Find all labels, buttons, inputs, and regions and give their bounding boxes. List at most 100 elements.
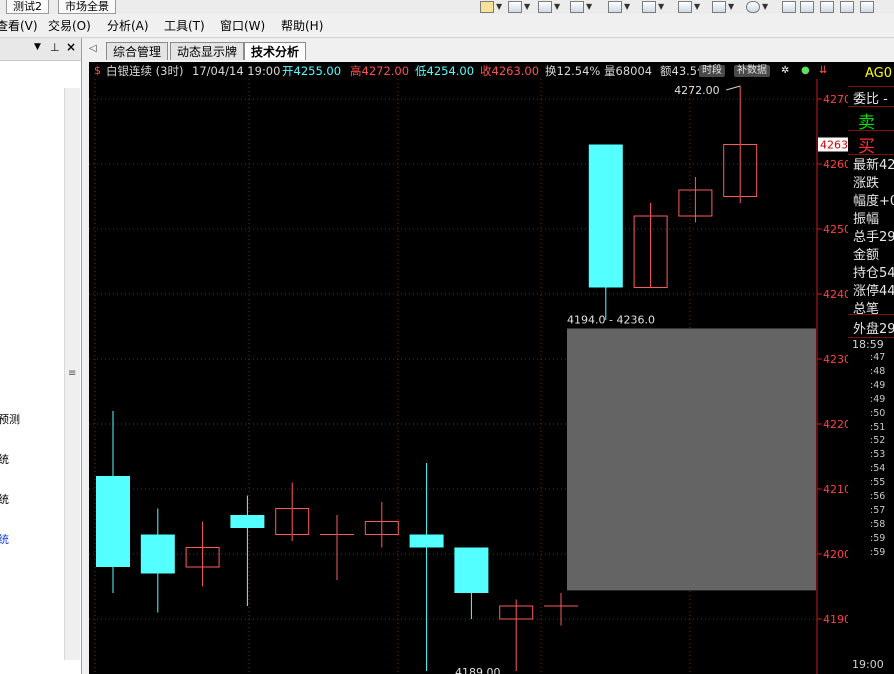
turnover-amount: 金额: [853, 248, 880, 263]
tick-time: :58: [870, 518, 886, 530]
symbol-code: AG0: [865, 66, 893, 81]
tick-time: :53: [870, 449, 886, 461]
candle-body-down[interactable]: [588, 144, 623, 288]
rectangle-tool-icon[interactable]: [712, 1, 726, 13]
menu-view[interactable]: 查看(V): [0, 18, 38, 34]
axis-tick-label: 4270: [823, 93, 848, 106]
tick-list[interactable]: :47:48:49:49:50:51:52:53:54:55:56:57:58:…: [848, 352, 894, 652]
tick-time: :57: [870, 504, 886, 516]
chevron-down-icon[interactable]: ▼: [524, 2, 530, 11]
tick-time: :51: [870, 421, 886, 433]
text-tool-icon[interactable]: [782, 1, 796, 13]
range-overlay-box: [567, 328, 816, 591]
last-price: 最新42: [853, 158, 894, 173]
window-tab-test2[interactable]: 测试2: [6, 0, 49, 14]
tick-time: :52: [870, 435, 886, 447]
note-tool-icon[interactable]: [800, 1, 814, 13]
settings-tool-icon[interactable]: [860, 1, 874, 13]
tick-time: :48: [870, 365, 886, 377]
range-annotation: 4194.0 - 4236.0: [567, 314, 655, 327]
tab-technical-analysis[interactable]: 技术分析: [244, 42, 307, 60]
left-scrollbar[interactable]: ≡: [64, 88, 80, 660]
left-item-system-1[interactable]: 统: [0, 451, 9, 467]
tick-time: :59: [870, 546, 886, 558]
symbol-header: AG0: [848, 62, 894, 87]
chevron-down-icon[interactable]: ▼: [554, 2, 560, 11]
axis-tick-label: 4220: [823, 418, 848, 431]
chevron-down-icon[interactable]: ▼: [624, 2, 630, 11]
chevron-down-icon[interactable]: ▼: [762, 2, 768, 11]
low-annotation: 4189.00: [455, 666, 501, 674]
close-icon[interactable]: ×: [66, 40, 76, 54]
tab-scroll-left-icon[interactable]: ◁: [89, 43, 97, 54]
high-annotation: 4272.00: [674, 84, 720, 97]
high-annotation-line: [726, 85, 741, 91]
pin-icon[interactable]: ⊥: [50, 41, 60, 54]
menu-analysis[interactable]: 分析(A): [107, 18, 149, 34]
ellipse-tool-icon[interactable]: [746, 1, 760, 13]
pointer-tool-icon[interactable]: [480, 1, 494, 13]
total-volume: 总手29: [853, 230, 894, 245]
axis-tick-label: 4260: [823, 158, 848, 171]
current-price-label: 4263: [820, 139, 848, 152]
erase-tool-icon[interactable]: [840, 1, 854, 13]
candle-body-down[interactable]: [409, 534, 444, 548]
amplitude: 振幅: [853, 212, 880, 227]
chevron-down-icon[interactable]: ▼: [728, 2, 734, 11]
tick-time: :47: [870, 352, 886, 363]
chevron-down-icon[interactable]: ▼: [496, 2, 502, 11]
menu-tools[interactable]: 工具(T): [164, 18, 205, 34]
gann-tool-icon[interactable]: [642, 1, 656, 13]
menu-bar: 查看(V) 交易(O) 分析(A) 工具(T) 窗口(W) 帮助(H): [0, 15, 894, 38]
menu-trade[interactable]: 交易(O): [48, 18, 91, 34]
chevron-down-icon[interactable]: ▼: [694, 2, 700, 11]
limit-up: 涨停44: [853, 284, 894, 299]
window-tab-market-overview[interactable]: 市场全景: [58, 0, 116, 14]
axis-tick-label: 4250: [823, 223, 848, 236]
fib-tool-icon[interactable]: [608, 1, 622, 13]
change-pct: 幅度+0: [853, 194, 894, 209]
brush-tool-icon[interactable]: [820, 1, 834, 13]
line-tool-icon[interactable]: [508, 1, 522, 13]
tick-time: :49: [870, 379, 886, 391]
left-item-system-3[interactable]: 统: [0, 531, 9, 547]
menu-help[interactable]: 帮助(H): [281, 18, 323, 34]
tick-time: :49: [870, 393, 886, 405]
kline-chart-panel[interactable]: $ 白银连续 (3时) 17/04/14 19:00 开4255.00 高427…: [89, 62, 848, 674]
tree-marker-icon: [0, 512, 4, 522]
candle-body-down[interactable]: [96, 476, 130, 567]
candle-body-down[interactable]: [140, 534, 175, 574]
tab-dynamic-board[interactable]: 动态显示牌: [170, 42, 245, 60]
axis-tick-label: 4210: [823, 483, 848, 496]
axis-tick-label: 4230: [823, 353, 848, 366]
chevron-down-icon[interactable]: ▼: [586, 2, 592, 11]
chevron-down-icon[interactable]: ▼: [658, 2, 664, 11]
tick-time: :54: [870, 463, 886, 475]
tick-time: :56: [870, 491, 886, 502]
arrow-tool-icon[interactable]: [678, 1, 692, 13]
ticks-end-time: 19:00: [852, 658, 884, 671]
left-panel: ▼ ⊥ × ▲ ≡ 预测 统 统 统: [0, 38, 82, 674]
tick-time: :59: [870, 532, 886, 544]
candle-body-down[interactable]: [454, 547, 489, 594]
scroll-grip-icon[interactable]: ≡: [68, 368, 76, 379]
menu-window[interactable]: 窗口(W): [220, 18, 265, 34]
candlestick-chart[interactable]: 4190 4200 4210 4220 4230 4240 4250 4260 4270 4263…: [89, 62, 848, 674]
left-item-forecast[interactable]: 预测: [0, 411, 20, 427]
tree-marker-icon: [0, 208, 4, 218]
chart-tab-bar: ◁ 综合管理 动态显示牌 技术分析: [84, 40, 894, 62]
weibi-row: 委比 -: [848, 86, 894, 107]
drawing-toolbar: ▼ ▼ ▼ ▼ ▼ ▼ ▼ ▼ ▼: [470, 0, 894, 15]
sell-row: 卖: [848, 106, 894, 133]
left-item-system-2[interactable]: 统: [0, 491, 9, 507]
axis-tick-label: 4190: [823, 613, 848, 626]
buy-row: 买: [848, 130, 894, 157]
bar-tool-icon[interactable]: [570, 1, 584, 13]
weibi-label: 委比 -: [853, 92, 888, 107]
tab-integrated-management[interactable]: 综合管理: [106, 42, 169, 60]
candle-body-down[interactable]: [230, 515, 265, 528]
dropdown-arrow-icon[interactable]: ▼: [34, 42, 41, 52]
axis-tick-label: 4240: [823, 288, 848, 301]
change: 涨跌: [853, 176, 880, 191]
channel-tool-icon[interactable]: [538, 1, 552, 13]
